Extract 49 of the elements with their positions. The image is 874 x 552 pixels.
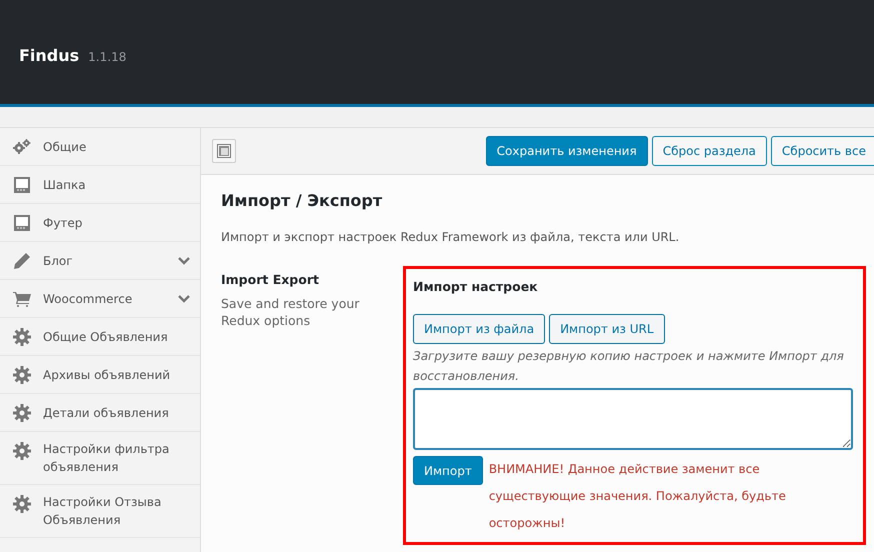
sidebar-item-label: Woocommerce — [43, 290, 134, 308]
panel-heading: Импорт настроек — [413, 279, 539, 294]
layout-toggle-icon[interactable] — [212, 139, 236, 163]
sidebar-item-label: Настройки Отзыва Объявления — [43, 494, 162, 529]
layout-icon — [13, 214, 31, 230]
sidebar-item-label: Настройки фильтра объявления — [43, 441, 170, 476]
reset-button[interactable]: Сброс раздела — [652, 136, 767, 166]
hint-text: Загрузите вашу резервную копию настроек и нажмите Импорт для восстановления. — [413, 348, 845, 385]
sidebar-item[interactable]: Общие — [0, 128, 200, 166]
field-subtitle: Save and restore your Redux options — [221, 295, 360, 329]
sidebar-item[interactable]: Настройки фильтра объявления — [0, 432, 200, 485]
chevron-down-icon[interactable] — [178, 294, 190, 302]
sidebar-item-label: Общие — [43, 138, 88, 156]
import-text-field[interactable] — [413, 388, 853, 450]
version-label: 1.1.18 — [88, 50, 126, 64]
reset-button[interactable]: Сбросить все — [770, 136, 874, 166]
layout-icon — [13, 176, 31, 192]
sidebar-item[interactable]: Детали объявления — [0, 394, 200, 432]
import-option-button[interactable]: Импорт из URL — [549, 314, 665, 344]
section-title: Импорт / Экспорт — [221, 191, 384, 210]
sidebar-item[interactable]: Настройки Отзыва Объявления — [0, 485, 200, 538]
warning-text: ВНИМАНИЕ! Данное действие заменит все существующие значения. Пожалуйста, будьте осторожны! — [488, 461, 787, 532]
import-option-button[interactable]: Импорт из файла — [413, 314, 546, 344]
sidebar-item[interactable]: Блог — [0, 242, 200, 280]
import-button[interactable]: Импорт — [413, 456, 483, 485]
cart-icon — [13, 290, 31, 306]
field-title: Import Export — [221, 272, 320, 287]
sidebar-item-label: Шапка — [43, 176, 87, 194]
sidebar-item[interactable]: Woocommerce — [0, 280, 200, 318]
sidebar-item-label: Блог — [43, 252, 74, 270]
sidebar-item-label: Детали объявления — [43, 404, 170, 422]
sidebar-item[interactable]: Общие Объявления — [0, 318, 200, 356]
section-description: Импорт и экспорт настроек Redux Framework из файла, текста или URL. — [221, 230, 680, 244]
chevron-down-icon[interactable] — [178, 256, 190, 264]
save-button[interactable]: Сохранить изменения — [486, 136, 648, 166]
gear-icon — [13, 404, 31, 422]
gear-icon — [13, 442, 31, 460]
sidebar-item[interactable]: Архивы объявлений — [0, 356, 200, 394]
gear-icon — [13, 366, 31, 384]
gear-icon — [13, 328, 31, 346]
sidebar-item-label: Общие Объявления — [43, 328, 169, 346]
pencil-icon — [13, 252, 31, 270]
sidebar-item[interactable]: Футер — [0, 204, 200, 242]
app-title: Findus — [19, 46, 80, 64]
sidebar-item-label: Архивы объявлений — [43, 366, 172, 384]
sidebar-item[interactable]: Шапка — [0, 166, 200, 204]
sidebar-item-label: Футер — [43, 214, 84, 232]
gear-icon — [13, 495, 31, 513]
gears-icon — [13, 138, 31, 154]
